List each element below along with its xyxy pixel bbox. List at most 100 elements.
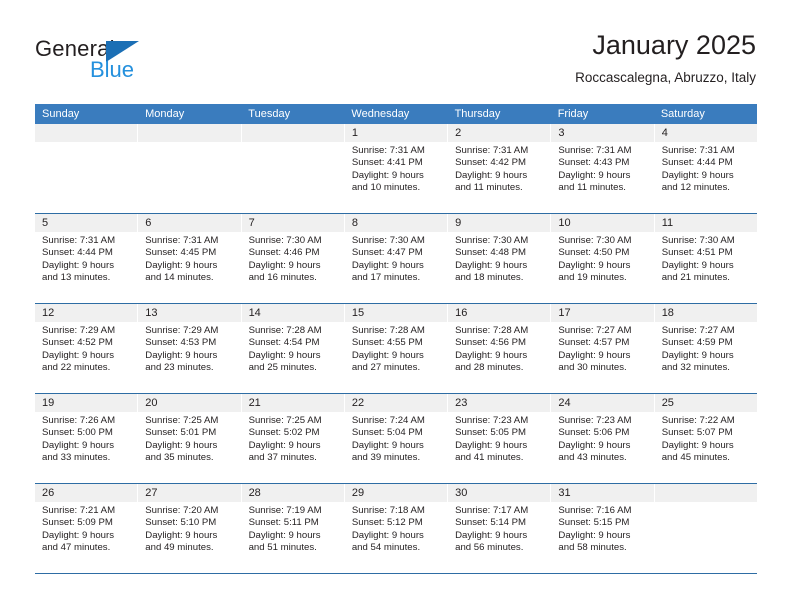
sunrise-time: Sunrise: 7:21 AM (42, 505, 116, 516)
weekday-header-wednesday: Wednesday (351, 108, 410, 120)
sunset-time: Sunset: 5:15 PM (558, 517, 630, 529)
day-number: 11 (654, 214, 757, 232)
day-cell[interactable]: 25 Sunrise: 7:22 AM Sunset: 5:07 PM Dayligh… (654, 394, 757, 483)
daylight-duration-line2: and 16 minutes. (248, 272, 317, 284)
sunrise-time: Sunrise: 7:23 AM (558, 415, 632, 426)
day-cell[interactable]: 6 Sunrise: 7:31 AM Sunset: 4:45 PM Daylight… (138, 214, 242, 303)
day-number: 19 (35, 394, 138, 412)
day-cell[interactable]: 12 Sunrise: 7:29 AM Sunset: 4:52 PM Dayligh… (35, 304, 139, 393)
day-sun-info: Sunrise: 7:23 AM Sunset: 5:05 PM Daylight:… (448, 412, 550, 465)
daylight-duration-line1: Daylight: 9 hours (558, 259, 631, 271)
daylight-duration-line1: Daylight: 9 hours (661, 259, 734, 271)
daylight-duration-line1: Daylight: 9 hours (351, 529, 424, 541)
day-cell[interactable]: 9 Sunrise: 7:30 AM Sunset: 4:48 PM Daylight… (448, 214, 552, 303)
sunset-time: Sunset: 5:10 PM (145, 517, 217, 529)
daylight-duration-line1: Daylight: 9 hours (248, 439, 321, 451)
daylight-duration-line1: Daylight: 9 hours (351, 169, 424, 181)
day-number: 4 (654, 124, 757, 142)
daylight-duration-line1: Daylight: 9 hours (661, 169, 734, 181)
daylight-duration-line2: and 13 minutes. (42, 272, 111, 284)
sunrise-time: Sunrise: 7:20 AM (145, 505, 219, 516)
day-cell[interactable]: 29 Sunrise: 7:18 AM Sunset: 5:12 PM Dayligh… (344, 484, 449, 573)
page-title: January 2025 (592, 30, 756, 60)
day-cell[interactable]: 1 Sunrise: 7:31 AM Sunset: 4:41 PM Daylight… (344, 124, 449, 213)
day-cell[interactable]: 22 Sunrise: 7:24 AM Sunset: 5:04 PM Dayligh… (344, 394, 449, 483)
day-cell[interactable]: 7 Sunrise: 7:30 AM Sunset: 4:46 PM Daylight… (241, 214, 345, 303)
day-sun-info: Sunrise: 7:24 AM Sunset: 5:04 PM Daylight:… (345, 412, 447, 465)
sunset-time: Sunset: 4:43 PM (558, 157, 630, 169)
day-cell[interactable]: 11 Sunrise: 7:30 AM Sunset: 4:51 PM Dayligh… (654, 214, 757, 303)
day-sun-info: Sunrise: 7:19 AM Sunset: 5:11 PM Daylight:… (242, 502, 344, 555)
day-sun-info: Sunrise: 7:30 AM Sunset: 4:50 PM Daylight:… (551, 232, 653, 285)
day-sun-info: Sunrise: 7:25 AM Sunset: 5:01 PM Daylight:… (138, 412, 240, 465)
daylight-duration-line1: Daylight: 9 hours (145, 259, 218, 271)
day-number: 30 (448, 484, 551, 502)
sunrise-time: Sunrise: 7:30 AM (661, 235, 735, 246)
sunset-time: Sunset: 5:06 PM (558, 427, 630, 439)
day-cell[interactable]: 27 Sunrise: 7:20 AM Sunset: 5:10 PM Dayligh… (138, 484, 242, 573)
day-cell[interactable]: 24 Sunrise: 7:23 AM Sunset: 5:06 PM Dayligh… (551, 394, 655, 483)
daylight-duration-line2: and 10 minutes. (351, 182, 421, 194)
sunrise-time: Sunrise: 7:26 AM (42, 415, 116, 426)
day-cell[interactable]: 14 Sunrise: 7:28 AM Sunset: 4:54 PM Dayligh… (241, 304, 345, 393)
calendar-week-row: 12 Sunrise: 7:29 AM Sunset: 4:52 PM Dayligh… (35, 303, 757, 393)
sunrise-time: Sunrise: 7:16 AM (558, 505, 632, 516)
day-sun-info: Sunrise: 7:28 AM Sunset: 4:56 PM Daylight:… (448, 322, 550, 375)
sunset-time: Sunset: 4:46 PM (248, 247, 320, 259)
day-number (35, 124, 138, 142)
day-number: 7 (241, 214, 344, 232)
day-cell[interactable]: 19 Sunrise: 7:26 AM Sunset: 5:00 PM Dayligh… (35, 394, 139, 483)
sunset-time: Sunset: 4:50 PM (558, 247, 630, 259)
sunset-time: Sunset: 4:44 PM (661, 157, 733, 169)
sunset-time: Sunset: 5:12 PM (351, 517, 423, 529)
sunset-time: Sunset: 4:51 PM (661, 247, 733, 259)
daylight-duration-line2: and 32 minutes. (661, 362, 730, 374)
day-cell[interactable]: 2 Sunrise: 7:31 AM Sunset: 4:42 PM Daylight… (448, 124, 552, 213)
day-sun-info: Sunrise: 7:31 AM Sunset: 4:41 PM Daylight:… (345, 142, 447, 195)
day-sun-info: Sunrise: 7:17 AM Sunset: 5:14 PM Daylight:… (448, 502, 550, 555)
day-cell[interactable]: 20 Sunrise: 7:25 AM Sunset: 5:01 PM Dayligh… (138, 394, 242, 483)
day-cell[interactable]: 18 Sunrise: 7:27 AM Sunset: 4:59 PM Dayligh… (654, 304, 757, 393)
daylight-duration-line1: Daylight: 9 hours (145, 349, 218, 361)
sunrise-time: Sunrise: 7:30 AM (558, 235, 632, 246)
day-number: 12 (35, 304, 138, 322)
day-cell[interactable]: 26 Sunrise: 7:21 AM Sunset: 5:09 PM Dayligh… (35, 484, 139, 573)
day-cell[interactable]: 5 Sunrise: 7:31 AM Sunset: 4:44 PM Daylight… (35, 214, 139, 303)
sunset-time: Sunset: 5:14 PM (455, 517, 527, 529)
day-cell[interactable]: 16 Sunrise: 7:28 AM Sunset: 4:56 PM Dayligh… (448, 304, 552, 393)
day-cell[interactable]: 21 Sunrise: 7:25 AM Sunset: 5:02 PM Dayligh… (241, 394, 345, 483)
day-cell[interactable]: 23 Sunrise: 7:23 AM Sunset: 5:05 PM Dayligh… (448, 394, 552, 483)
daylight-duration-line2: and 17 minutes. (351, 272, 421, 284)
day-cell[interactable]: 28 Sunrise: 7:19 AM Sunset: 5:11 PM Dayligh… (241, 484, 345, 573)
day-cell-empty (241, 124, 345, 213)
daylight-duration-line2: and 12 minutes. (661, 182, 730, 194)
day-number: 6 (138, 214, 241, 232)
daylight-duration-line2: and 23 minutes. (145, 362, 214, 374)
day-number: 2 (448, 124, 551, 142)
weekday-header-tuesday: Tuesday (248, 108, 291, 120)
day-cell-empty (35, 124, 139, 213)
weekday-header-saturday: Saturday (660, 108, 705, 120)
day-cell[interactable]: 15 Sunrise: 7:28 AM Sunset: 4:55 PM Dayligh… (344, 304, 449, 393)
day-sun-info: Sunrise: 7:16 AM Sunset: 5:15 PM Daylight:… (551, 502, 653, 555)
sunrise-time: Sunrise: 7:27 AM (558, 325, 632, 336)
day-sun-info: Sunrise: 7:30 AM Sunset: 4:47 PM Daylight:… (345, 232, 447, 285)
day-cell[interactable]: 13 Sunrise: 7:29 AM Sunset: 4:53 PM Dayligh… (138, 304, 242, 393)
day-cell[interactable]: 17 Sunrise: 7:27 AM Sunset: 4:57 PM Dayligh… (551, 304, 655, 393)
daylight-duration-line2: and 56 minutes. (455, 542, 524, 554)
day-cell[interactable]: 30 Sunrise: 7:17 AM Sunset: 5:14 PM Dayligh… (448, 484, 552, 573)
daylight-duration-line1: Daylight: 9 hours (42, 529, 114, 541)
calendar-week-row: 26 Sunrise: 7:21 AM Sunset: 5:09 PM Dayligh… (35, 483, 757, 574)
day-cell[interactable]: 10 Sunrise: 7:30 AM Sunset: 4:50 PM Dayligh… (551, 214, 655, 303)
sunrise-time: Sunrise: 7:28 AM (351, 325, 425, 336)
daylight-duration-line1: Daylight: 9 hours (455, 349, 528, 361)
day-cell[interactable]: 4 Sunrise: 7:31 AM Sunset: 4:44 PM Daylight… (654, 124, 757, 213)
day-cell[interactable]: 31 Sunrise: 7:16 AM Sunset: 5:15 PM Dayligh… (551, 484, 655, 573)
day-sun-info: Sunrise: 7:30 AM Sunset: 4:51 PM Daylight:… (655, 232, 757, 285)
sunrise-time: Sunrise: 7:27 AM (661, 325, 735, 336)
calendar-week-row: 5 Sunrise: 7:31 AM Sunset: 4:44 PM Daylight… (35, 213, 757, 303)
day-number: 18 (654, 304, 757, 322)
daylight-duration-line2: and 22 minutes. (42, 362, 111, 374)
day-cell[interactable]: 8 Sunrise: 7:30 AM Sunset: 4:47 PM Daylight… (344, 214, 449, 303)
day-cell[interactable]: 3 Sunrise: 7:31 AM Sunset: 4:43 PM Daylight… (551, 124, 655, 213)
